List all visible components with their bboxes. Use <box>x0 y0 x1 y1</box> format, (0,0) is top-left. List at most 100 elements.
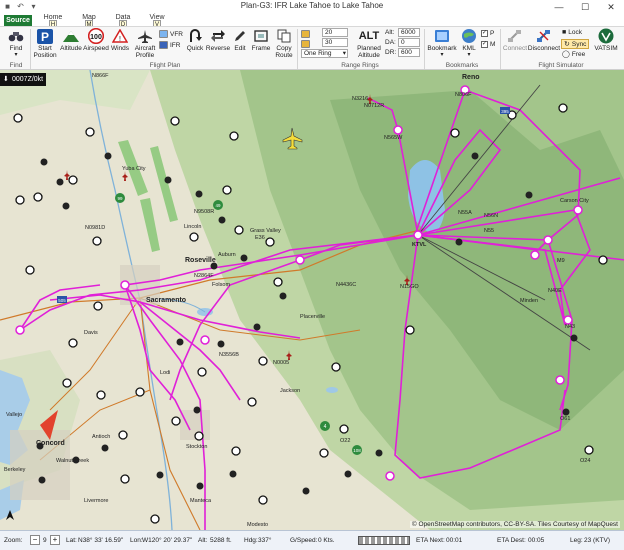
group-label-flight-simulator: Flight Simulator <box>538 62 584 69</box>
kml-p-checkbox[interactable]: ✓ P <box>481 30 494 37</box>
zoom-out-button[interactable]: − <box>30 535 40 545</box>
map-label: Lincoln <box>184 224 202 230</box>
alt-input[interactable]: 6000 <box>398 28 420 37</box>
sync-icon: ↻ <box>564 41 570 48</box>
map-label: Vallejo <box>6 412 23 418</box>
leg-label: Leg: <box>570 537 583 544</box>
ring2-color-icon <box>301 40 310 48</box>
window-controls: — ☐ ✕ <box>546 0 624 14</box>
gs-label: G/Speed: <box>290 537 318 544</box>
divider <box>30 29 31 69</box>
map-label: Stockton <box>186 444 208 450</box>
map-label: N4436C <box>336 282 357 288</box>
map-label: Manteca <box>190 498 212 504</box>
progress-fill <box>359 537 409 544</box>
eta-dest-value: 00:05 <box>528 537 545 544</box>
alt-label: Alt: <box>198 537 208 544</box>
checkbox-icon: ✓ <box>481 30 488 37</box>
maximize-button[interactable]: ☐ <box>572 0 598 14</box>
progress-bar <box>358 536 410 545</box>
kml-m-checkbox[interactable]: ✓ M <box>481 41 495 48</box>
svg-text:P: P <box>41 30 49 44</box>
connect-button[interactable]: Connect <box>503 28 527 52</box>
binoculars-icon <box>7 28 25 44</box>
svg-text:!: ! <box>119 36 121 43</box>
satellite-disconnect-icon <box>535 28 553 44</box>
map-label: Reno <box>462 74 480 81</box>
map-label: E36 <box>255 235 265 241</box>
map-label: N43 <box>565 324 576 330</box>
ring2-input[interactable]: 30 <box>322 38 348 47</box>
ifr-option[interactable]: IFR <box>159 41 180 49</box>
winds-button[interactable]: ! Winds <box>109 28 131 52</box>
map-label: Yuba City <box>122 166 146 172</box>
map-label: O24 <box>580 458 591 464</box>
sync-option[interactable]: ↻ Sync <box>561 39 590 49</box>
kml-button[interactable]: KML ▾ <box>458 28 480 59</box>
globe-icon <box>460 28 478 44</box>
tab-file[interactable]: Source <box>4 15 32 26</box>
map-label: M9 <box>557 258 565 264</box>
map-label: N2864F <box>194 273 214 279</box>
zoom-in-button[interactable]: + <box>50 535 60 545</box>
frame-button[interactable]: Frame <box>250 28 272 52</box>
free-option[interactable]: ◯ Free <box>562 50 585 59</box>
svg-text:100: 100 <box>90 34 102 41</box>
disconnect-button[interactable]: Disconnect <box>528 28 560 52</box>
lock-option[interactable]: ■ Lock <box>562 29 582 36</box>
altitude-icon <box>62 28 80 44</box>
ring1-input[interactable]: 20 <box>322 28 348 37</box>
reverse-button[interactable]: Reverse <box>206 28 230 52</box>
eta-next-label: ETA Next: <box>416 537 445 544</box>
find-button[interactable]: Find ▾ <box>3 28 29 59</box>
map-label: N40E <box>548 288 562 294</box>
lon-label: Lon: <box>130 537 143 544</box>
hdg-label: Hdg: <box>244 537 258 544</box>
alt-icon: ALT <box>358 29 380 42</box>
minimize-button[interactable]: — <box>546 0 572 14</box>
lon-value: W120° 20' 29.37" <box>142 537 193 544</box>
checkbox-icon: ✓ <box>481 41 488 48</box>
zoom-value: 9 <box>43 537 47 544</box>
map-label: Modesto <box>247 522 269 528</box>
dr-label: DR: <box>385 49 397 56</box>
title-bar: ■ ↶ ▾ Plan-G3: IFR Lake Tahoe to Lake Ta… <box>0 0 624 14</box>
aircraft-profile-button[interactable]: Aircraft Profile <box>132 28 158 59</box>
bookmark-button[interactable]: Bookmark ▾ <box>427 28 457 59</box>
map-label: Livermore <box>84 498 109 504</box>
vfr-chart-icon <box>159 30 168 38</box>
map-label: Grass Valley <box>250 228 281 234</box>
lat-label: Lat: <box>66 537 77 544</box>
vatsim-button[interactable]: VATSIM <box>592 28 620 52</box>
da-input[interactable]: 0 <box>398 38 420 47</box>
map-label: Lodi <box>160 370 171 376</box>
svg-text:4: 4 <box>324 424 327 430</box>
edit-button[interactable]: Edit <box>230 28 250 52</box>
ring1-color-icon <box>301 30 310 38</box>
map-label: N55 <box>484 228 495 234</box>
dr-input[interactable]: 600 <box>398 48 420 57</box>
altitude-button[interactable]: Altitude <box>59 28 83 52</box>
planned-altitude-button[interactable]: ALT Planned Altitude <box>354 28 384 59</box>
time-wind-tag: ⬇ 0007Z/0kt <box>0 73 47 86</box>
free-icon: ◯ <box>562 51 570 58</box>
map-view[interactable]: 4 108 49 99 505 395 Reno N806F N3216 N07… <box>0 70 624 530</box>
pencil-icon <box>231 28 249 44</box>
window-title: Plan-G3: IFR Lake Tahoe to Lake Tahoe <box>240 1 384 10</box>
vfr-option[interactable]: VFR <box>159 30 183 38</box>
bookmark-icon <box>433 28 451 44</box>
svg-text:49: 49 <box>215 203 221 208</box>
warning-triangle-icon: ! <box>111 28 129 44</box>
ring-mode-select[interactable]: One Ring ▾ <box>301 49 348 58</box>
map-label: KTVL <box>412 242 427 248</box>
airspeed-button[interactable]: 100 Airspeed <box>83 28 109 52</box>
quick-button[interactable]: Quick <box>184 28 206 52</box>
start-position-button[interactable]: P Start Position <box>33 28 57 59</box>
group-label-range-rings: Range Rings <box>341 62 379 69</box>
parking-icon: P <box>36 28 54 44</box>
ifr-chart-icon <box>159 41 168 49</box>
map-label: Auburn <box>218 252 236 258</box>
copy-route-button[interactable]: Copy Route <box>272 28 296 59</box>
eta-next-value: 00:01 <box>446 537 463 544</box>
close-button[interactable]: ✕ <box>598 0 624 14</box>
